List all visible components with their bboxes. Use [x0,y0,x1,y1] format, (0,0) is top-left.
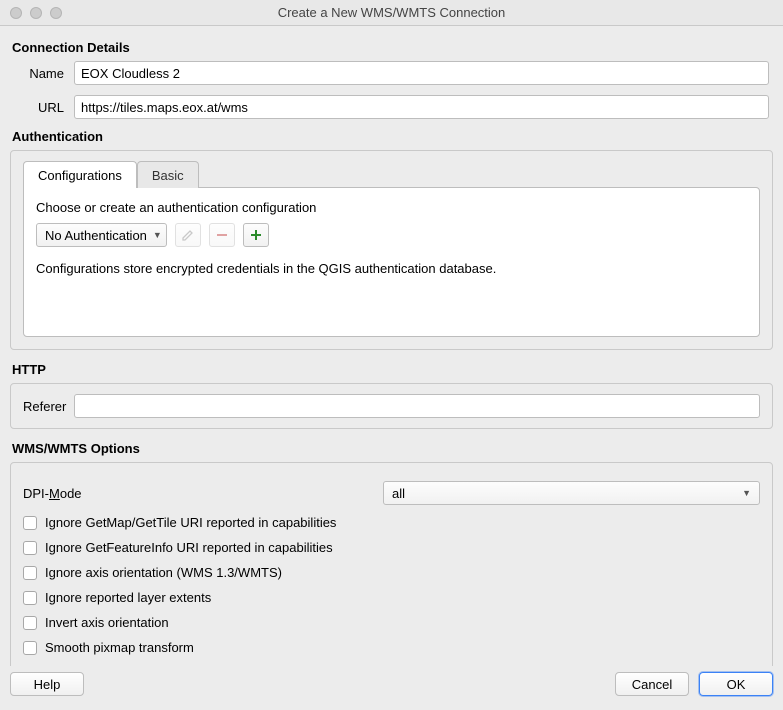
referer-input[interactable] [74,394,760,418]
smooth-pixmap-label: Smooth pixmap transform [45,640,194,655]
url-row: URL [18,95,769,119]
ignore-extents-label: Ignore reported layer extents [45,590,211,605]
http-group: Referer [10,383,773,429]
auth-choose-label: Choose or create an authentication confi… [36,200,747,215]
minus-icon [215,228,229,242]
minimize-window-icon[interactable] [30,7,42,19]
pencil-icon [181,228,195,242]
url-input[interactable] [74,95,769,119]
authentication-heading: Authentication [12,129,773,144]
checkbox-icon[interactable] [23,541,37,555]
ignore-axis-row[interactable]: Ignore axis orientation (WMS 1.3/WMTS) [23,565,760,580]
checkbox-icon[interactable] [23,591,37,605]
ignore-getfeatureinfo-label: Ignore GetFeatureInfo URI reported in ca… [45,540,333,555]
auth-tab-panel: Choose or create an authentication confi… [23,187,760,337]
plus-icon [249,228,263,242]
checkbox-icon[interactable] [23,616,37,630]
tab-configurations[interactable]: Configurations [23,161,137,188]
wms-options-heading: WMS/WMTS Options [12,441,773,456]
window-controls [0,7,62,19]
auth-config-select-value: No Authentication [45,228,147,243]
ignore-getfeatureinfo-row[interactable]: Ignore GetFeatureInfo URI reported in ca… [23,540,760,555]
dpi-mode-row: DPI-Mode all ▼ [23,481,760,505]
checkbox-icon[interactable] [23,641,37,655]
checkbox-icon[interactable] [23,516,37,530]
dpi-mode-label: DPI-Mode [23,486,383,501]
dpi-mode-label-suffix: ode [60,486,82,501]
dpi-mode-label-hotkey: M [49,486,60,501]
name-label: Name [18,66,74,81]
auth-tabs: Configurations Basic [23,161,760,188]
titlebar: Create a New WMS/WMTS Connection [0,0,783,26]
ignore-getmap-row[interactable]: Ignore GetMap/GetTile URI reported in ca… [23,515,760,530]
ignore-axis-label: Ignore axis orientation (WMS 1.3/WMTS) [45,565,282,580]
connection-details-heading: Connection Details [12,40,773,55]
dpi-mode-value: all [392,486,405,501]
auth-config-row: No Authentication ▼ [36,223,747,247]
checkbox-icon[interactable] [23,566,37,580]
authentication-group: Configurations Basic Choose or create an… [10,150,773,350]
chevron-down-icon: ▼ [742,488,751,498]
url-label: URL [18,100,74,115]
name-row: Name [18,61,769,85]
name-input[interactable] [74,61,769,85]
ok-button[interactable]: OK [699,672,773,696]
help-button[interactable]: Help [10,672,84,696]
smooth-pixmap-row[interactable]: Smooth pixmap transform [23,640,760,655]
referer-label: Referer [23,399,66,414]
auth-edit-button[interactable] [175,223,201,247]
http-heading: HTTP [12,362,773,377]
dpi-mode-label-prefix: DPI- [23,486,49,501]
invert-axis-label: Invert axis orientation [45,615,169,630]
auth-remove-button[interactable] [209,223,235,247]
close-window-icon[interactable] [10,7,22,19]
chevron-down-icon: ▼ [153,230,162,240]
cancel-button[interactable]: Cancel [615,672,689,696]
tab-basic[interactable]: Basic [137,161,199,188]
dialog-footer: Help Cancel OK [0,666,783,710]
invert-axis-row[interactable]: Invert axis orientation [23,615,760,630]
auth-storage-note: Configurations store encrypted credentia… [36,261,747,276]
dpi-mode-select[interactable]: all ▼ [383,481,760,505]
zoom-window-icon[interactable] [50,7,62,19]
auth-add-button[interactable] [243,223,269,247]
referer-row: Referer [23,394,760,418]
auth-config-select[interactable]: No Authentication ▼ [36,223,167,247]
wms-options-group: DPI-Mode all ▼ Ignore GetMap/GetTile URI… [10,462,773,678]
window-title: Create a New WMS/WMTS Connection [0,5,783,20]
ignore-extents-row[interactable]: Ignore reported layer extents [23,590,760,605]
ignore-getmap-label: Ignore GetMap/GetTile URI reported in ca… [45,515,336,530]
